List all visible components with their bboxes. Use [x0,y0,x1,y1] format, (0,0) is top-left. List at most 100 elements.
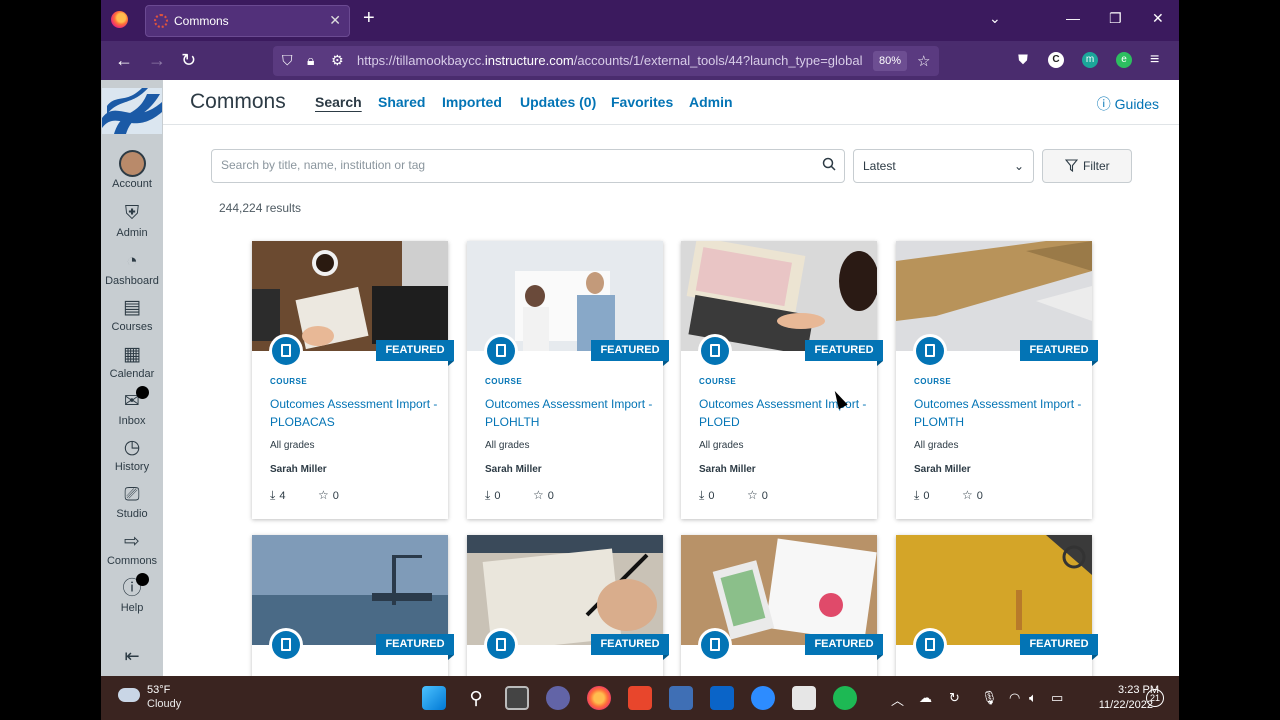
clock-icon: ◷ [123,437,141,458]
sync-icon[interactable]: ↻ [949,690,960,706]
results-count: 244,224 results [219,201,302,215]
minimize-button[interactable]: — [1066,10,1080,26]
battery-icon[interactable]: ▭ [1051,690,1063,706]
task-view-icon[interactable] [505,686,529,710]
reload-button[interactable]: ↻ [181,50,196,70]
sidebar-item-help[interactable]: ⓘ Help [101,573,163,614]
card-title-link[interactable]: Outcomes Assessment Import - PLOBACAS [270,395,440,431]
collapse-nav-button[interactable]: ⇤ [101,646,163,667]
guides-label: Guides [1114,96,1159,112]
forward-button[interactable]: → [148,50,166,70]
list-tabs-icon[interactable]: ⌄ [989,10,1001,27]
shield-icon[interactable]: ⛉ [282,52,293,69]
resource-card[interactable]: FEATURED COURSE Outcomes Assessment Impo… [467,241,669,519]
spotify-icon[interactable] [833,686,857,710]
card-title-link[interactable]: Outcomes Assessment Import - PLOHLTH [485,395,655,431]
microphone-icon[interactable]: 🎙︎ [981,690,998,706]
nav-search[interactable]: Search [315,94,362,110]
firefox-taskbar-icon[interactable] [587,686,611,710]
wifi-icon[interactable]: ◠ [1009,690,1020,706]
institution-logo[interactable] [102,88,162,134]
teams-icon[interactable] [546,686,570,710]
permissions-icon[interactable]: ⚙ [331,52,344,69]
star-icon: ☆ [747,488,758,502]
lock-icon[interactable]: 🔒︎ [307,52,314,69]
resource-card[interactable]: FEATURED COURSE Outcomes Assessment Impo… [252,241,454,519]
sidebar-item-dashboard[interactable]: ◔ Dashboard [101,250,163,287]
studio-icon: ⎚ [124,484,140,505]
sidebar-item-history[interactable]: ◷ History [101,436,163,473]
nav-imported[interactable]: Imported [442,94,502,110]
guides-link[interactable]: ⓘ Guides [1097,94,1159,114]
sidebar-item-commons[interactable]: ⇨ Commons [101,530,163,567]
snipping-tool-icon[interactable] [792,686,816,710]
resource-card[interactable]: FEATURED COURSE Outcomes Assessment Impo… [896,241,1098,519]
favorites-count[interactable]: ☆ 0 [747,488,768,502]
start-icon[interactable] [422,686,446,710]
search-icon[interactable] [822,157,836,171]
address-bar[interactable]: ⛉ 🔒︎ ⚙ https://tillamookbaycc.instructur… [273,46,939,76]
new-tab-button[interactable]: + [363,8,375,28]
zoom-icon[interactable] [751,686,775,710]
favorites-value: 0 [976,490,983,502]
bookmark-star-icon[interactable]: ☆ [917,52,930,70]
firefox-icon[interactable] [111,11,128,28]
search-icon[interactable]: ⚲ [464,686,488,710]
nav-updates[interactable]: Updates (0) [520,94,596,110]
sidebar-item-calendar[interactable]: ▦ Calendar [101,343,163,380]
zoom-level[interactable]: 80% [873,51,907,71]
help-badge [136,573,149,586]
url-text[interactable]: https://tillamookbaycc.instructure.com/a… [357,53,867,68]
resource-card[interactable]: FEATURED [681,535,883,676]
filter-button[interactable]: Filter [1042,149,1132,183]
favorites-count[interactable]: ☆ 0 [318,488,339,502]
course-icon [913,334,947,368]
cloud-icon[interactable] [118,688,140,702]
volume-icon[interactable]: 🔈︎ [1029,690,1037,706]
evernote-icon[interactable]: e [1116,52,1132,68]
download-icon: ⤓ [914,488,920,502]
resource-card[interactable]: FEATURED [896,535,1098,676]
favorites-count[interactable]: ☆ 0 [962,488,983,502]
pocket-icon[interactable]: ⛊ [1015,52,1031,68]
sidebar-item-studio[interactable]: ⎚ Studio [101,483,163,520]
search-input[interactable]: Search by title, name, institution or ta… [211,149,845,183]
app-title: Commons [190,90,286,113]
clock-date[interactable]: 11/22/2022 [1085,699,1153,711]
chevron-up-icon[interactable]: ︿ [891,690,904,709]
sidebar-item-courses[interactable]: ▤ Courses [101,296,163,333]
close-tab-icon[interactable]: ✕ [329,12,341,29]
notification-count[interactable]: 21 [1146,689,1164,707]
outlook-icon[interactable] [710,686,734,710]
app-c-icon[interactable] [628,686,652,710]
close-window-button[interactable]: ✕ [1152,10,1164,27]
sidebar-item-admin[interactable]: ⛨ Admin [101,202,163,239]
extension-c-icon[interactable]: C [1048,52,1064,68]
tab-commons[interactable]: Commons ✕ [145,5,350,37]
sort-select[interactable]: Latest ⌄ [853,149,1034,183]
resource-card[interactable]: FEATURED [467,535,669,676]
resource-card[interactable]: FEATURED [252,535,454,676]
nav-favorites[interactable]: Favorites [611,94,673,110]
filter-icon [1065,159,1078,172]
card-title-link[interactable]: Outcomes Assessment Import - PLOMTH [914,395,1084,431]
sidebar-item-inbox[interactable]: ✉ Inbox [101,386,163,427]
card-type: COURSE [699,377,737,386]
navigation-toolbar: ← → ↻ ⛉ 🔒︎ ⚙ https://tillamookbaycc.inst… [101,41,1179,80]
resource-card[interactable]: FEATURED COURSE Outcomes Assessment Impo… [681,241,883,519]
nav-admin[interactable]: Admin [689,94,733,110]
nav-shared[interactable]: Shared [378,94,425,110]
restore-button[interactable]: ❐ [1109,10,1122,27]
sidebar-item-account[interactable]: Account [101,150,163,190]
featured-badge: FEATURED [591,340,669,366]
commons-app: Commons Search Shared Imported Updates (… [163,80,1179,676]
remote-icon[interactable] [669,686,693,710]
favorites-count[interactable]: ☆ 0 [533,488,554,502]
card-type: COURSE [914,377,952,386]
menu-icon[interactable]: ≡ [1150,50,1159,70]
back-button[interactable]: ← [115,50,133,70]
onedrive-icon[interactable]: ☁ [919,690,932,706]
course-icon [698,334,732,368]
downloads-value: 0 [923,490,930,502]
extension-m-icon[interactable]: m [1082,52,1098,68]
